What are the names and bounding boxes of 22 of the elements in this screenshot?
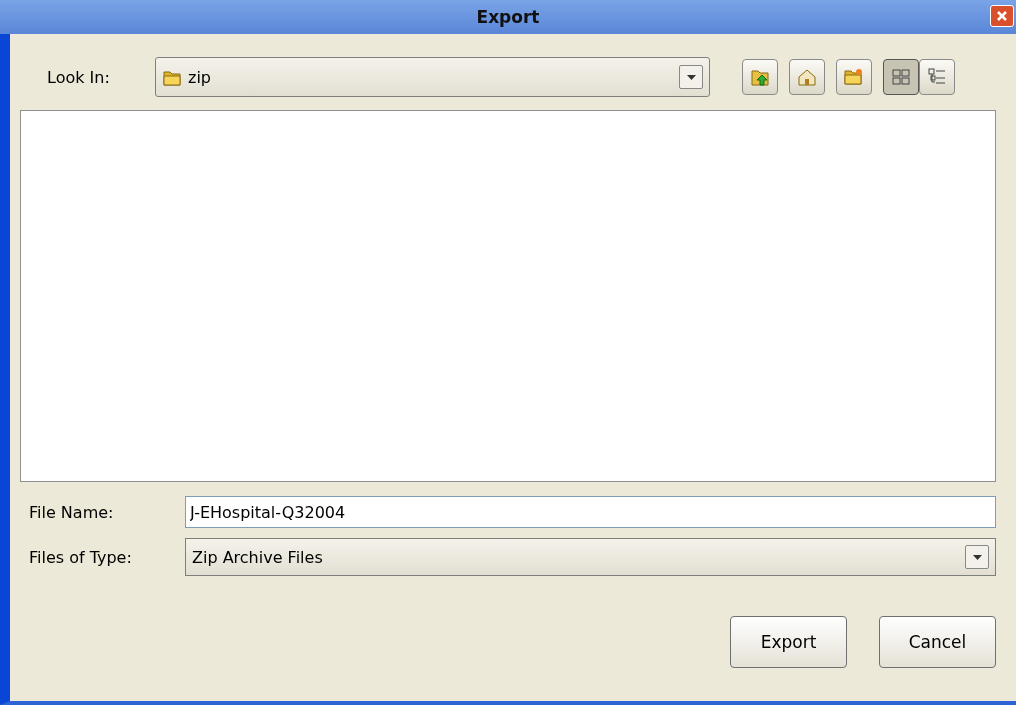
close-button[interactable]	[990, 5, 1014, 27]
close-icon	[996, 10, 1008, 22]
toolbar-button[interactable]	[742, 59, 778, 95]
toolbar-button[interactable]	[789, 59, 825, 95]
new-folder-icon	[843, 66, 865, 88]
dropdown-arrow-button[interactable]	[965, 545, 989, 569]
dialog-button[interactable]: Cancel	[879, 616, 996, 668]
file-name-field[interactable]: J-EHospital-Q32004	[185, 496, 996, 528]
look-in-dropdown[interactable]: zip	[155, 57, 710, 97]
toolbar-button[interactable]	[883, 59, 919, 95]
file-type-dropdown[interactable]: Zip Archive Files	[185, 538, 996, 576]
look-in-label: Look In:	[47, 67, 111, 87]
toolbar-button[interactable]	[836, 59, 872, 95]
dropdown-value: zip	[188, 67, 212, 87]
file-name-label: File Name:	[29, 502, 115, 522]
window-title: Export	[476, 7, 540, 27]
toolbar-button[interactable]	[919, 59, 955, 95]
dropdown-arrow-button[interactable]	[679, 65, 703, 89]
dropdown-value: Zip Archive Files	[192, 547, 324, 567]
dialog-button[interactable]: Export	[730, 616, 847, 668]
file-type-label: Files of Type:	[29, 547, 133, 567]
list-view-icon	[890, 66, 912, 88]
